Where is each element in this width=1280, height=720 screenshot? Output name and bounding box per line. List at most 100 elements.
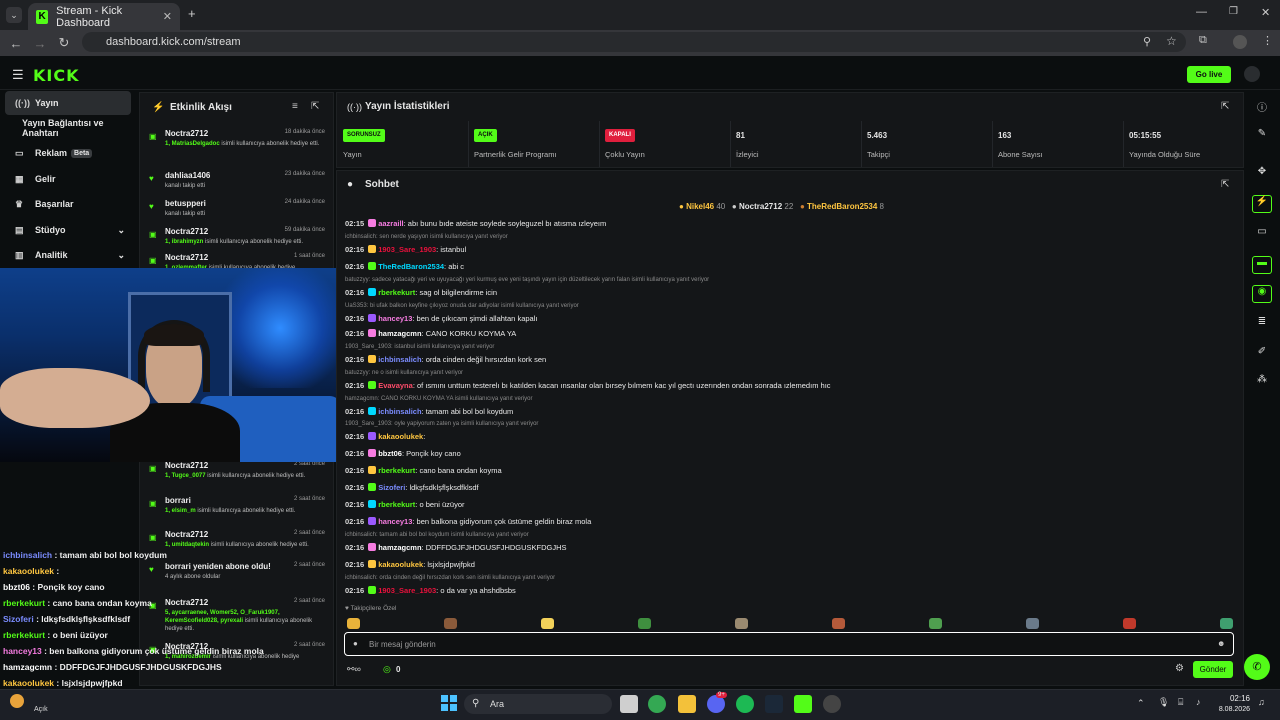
event-item[interactable]: ▣ Noctra2712 18 dakika önce 1, MatriasDelga… xyxy=(140,129,333,157)
settings-gear-icon[interactable]: ⚙ xyxy=(1175,663,1184,674)
chat-message[interactable]: 02:16 hamzagcmn: DDFFDGJFJHDGUSFJHDGUSKFD… xyxy=(345,543,567,552)
smiley-icon[interactable]: ☻ xyxy=(1217,639,1225,648)
clock-time[interactable]: 02:16 xyxy=(1226,694,1250,703)
broadcast-icon[interactable]: ◉ xyxy=(1252,285,1272,303)
event-item[interactable]: ♥ betuspperi 24 dakika önce kanalı takip et… xyxy=(140,199,333,227)
chat-message[interactable]: 02:15 aazraill: abı bunu bıde ateiste soy… xyxy=(345,219,606,228)
info-icon[interactable]: ⓘ xyxy=(1252,99,1272,117)
kick-app-icon[interactable] xyxy=(794,695,812,713)
emote-icon[interactable] xyxy=(444,618,457,629)
chat-message[interactable]: 02:16 Sizoferi: ldkşfsdklşflşksdfklsdf xyxy=(345,483,479,492)
tab-list-button[interactable]: ⌄ xyxy=(6,7,22,23)
send-button[interactable]: Gönder xyxy=(1193,661,1233,678)
expand-icon[interactable]: ✥ xyxy=(1252,166,1272,184)
extensions-icon[interactable]: ⧉ xyxy=(1199,34,1207,47)
close-tab-icon[interactable]: ✕ xyxy=(163,10,172,23)
sidebar-item-yayin[interactable]: ((·)) Yayın xyxy=(5,91,131,115)
sidebar-item-gelir[interactable]: ▦ Gelir xyxy=(5,167,131,191)
chat-username[interactable]: hamzagcmn xyxy=(378,329,421,338)
chat-username[interactable]: ichbinsalich xyxy=(378,355,421,364)
event-item[interactable]: ▣ Noctra2712 2 saat önce 1, Tugce_0077 isim… xyxy=(140,461,333,489)
event-item[interactable]: ♥ dahliaa1406 23 dakika önce kanalı takip e… xyxy=(140,171,333,199)
leader-name[interactable]: TheRedBaron2534 xyxy=(807,202,877,211)
sidebar-item-studyo[interactable]: ▤ Stüdyo ⌄ xyxy=(5,218,131,242)
chat-icon[interactable]: ▬ xyxy=(1252,256,1272,274)
chat-username[interactable]: bbzt06 xyxy=(378,449,402,458)
browser-tab[interactable]: K Stream - Kick Dashboard ✕ xyxy=(28,3,180,30)
steam-icon[interactable] xyxy=(765,695,783,713)
emote-icon[interactable] xyxy=(832,618,845,629)
emote-icon[interactable] xyxy=(1220,618,1233,629)
minimize-icon[interactable]: — xyxy=(1196,6,1207,18)
forward-icon[interactable]: → xyxy=(28,36,52,51)
windows-start-icon[interactable] xyxy=(441,695,457,711)
chat-username[interactable]: hamzagcmn xyxy=(378,543,421,552)
emote-icon[interactable] xyxy=(929,618,942,629)
share-nodes-icon[interactable]: ⁂ xyxy=(1252,374,1272,392)
chat-message[interactable]: 02:16 kakaoolukek: xyxy=(345,432,425,441)
event-item[interactable]: ▣ Noctra2712 59 dakika önce 1, ibrahimyzn i… xyxy=(140,227,333,255)
kick-logo[interactable]: KICK xyxy=(33,66,80,85)
sidebar-item-reklam[interactable]: ▭ Reklam Beta xyxy=(5,141,131,165)
spotify-icon[interactable] xyxy=(736,695,754,713)
leader-name[interactable]: Nikel46 xyxy=(686,202,714,211)
microphone-icon[interactable]: 🎙 xyxy=(1158,697,1169,708)
edit-icon[interactable]: ✎ xyxy=(1252,128,1272,146)
restore-icon[interactable]: ❐ xyxy=(1229,6,1238,17)
bookmark-star-icon[interactable]: ☆ xyxy=(1166,34,1177,48)
chat-message[interactable]: 02:16 rberkekurt: sag ol bilgilendirme ic… xyxy=(345,288,497,297)
emote-icon[interactable] xyxy=(1026,618,1039,629)
popout-icon[interactable]: ⇱ xyxy=(311,101,319,112)
volume-icon[interactable]: ♪ xyxy=(1196,697,1201,707)
new-tab-button[interactable]: + xyxy=(188,6,196,21)
chat-message[interactable]: 02:16 ichbinsalich: orda cinden değil hır… xyxy=(345,355,546,364)
chat-username[interactable]: 1903_Sare_1903 xyxy=(378,245,436,254)
go-live-button[interactable]: Go live xyxy=(1187,66,1231,83)
notification-bell-icon[interactable]: ♫ xyxy=(1258,697,1265,707)
obs-icon[interactable] xyxy=(823,695,841,713)
chat-username[interactable]: aazraill xyxy=(378,219,403,228)
chat-message[interactable]: 02:16 rberkekurt: cano bana ondan koyma xyxy=(345,466,502,475)
network-icon[interactable]: ⌸ xyxy=(1178,697,1183,708)
task-view-icon[interactable] xyxy=(620,695,638,713)
card-icon[interactable]: ▭ xyxy=(1252,226,1272,244)
stack-icon[interactable]: ≣ xyxy=(1252,316,1272,334)
emote-icon[interactable] xyxy=(735,618,748,629)
chat-username[interactable]: rberkekurt xyxy=(378,466,415,475)
url-field[interactable]: dashboard.kick.com/stream xyxy=(82,32,1186,52)
chat-username[interactable]: hancey13 xyxy=(378,517,412,526)
chat-username[interactable]: TheRedBaron2534 xyxy=(378,262,444,271)
leader-name[interactable]: Noctra2712 xyxy=(739,202,782,211)
weather-icon[interactable] xyxy=(10,694,24,708)
chat-username[interactable]: rberkekurt xyxy=(378,500,415,509)
taskbar-search[interactable]: ⚲ Ara xyxy=(464,694,612,714)
popout-icon[interactable]: ⇱ xyxy=(1221,179,1229,190)
share-icon[interactable]: ⚯∞ xyxy=(347,664,361,675)
emote-icon[interactable] xyxy=(541,618,554,629)
chat-message[interactable]: 02:16 hamzagcmn: CANO KORKU KOYMA YA xyxy=(345,329,516,338)
reload-icon[interactable]: ↻ xyxy=(52,35,76,51)
chat-message[interactable]: 02:16 1903_Sare_1903: o da var ya ahshdbs… xyxy=(345,586,516,595)
chat-username[interactable]: hancey13 xyxy=(378,314,412,323)
chat-message[interactable]: 02:16 Evavayna: of ısmını unttum testerel… xyxy=(345,381,831,390)
emote-icon[interactable] xyxy=(1123,618,1136,629)
chat-username[interactable]: Sizoferi xyxy=(378,483,405,492)
chat-message[interactable]: 02:16 TheRedBaron2534: abi c xyxy=(345,262,464,271)
chat-message[interactable]: 02:16 1903_Sare_1903: istanbul xyxy=(345,245,466,254)
chat-username[interactable]: Evavayna xyxy=(378,381,413,390)
chat-username[interactable]: rberkekurt xyxy=(378,288,415,297)
close-window-icon[interactable]: ✕ xyxy=(1261,6,1270,19)
emoji-icon[interactable]: ● xyxy=(353,639,358,648)
filter-icon[interactable]: ≡ xyxy=(292,101,298,112)
event-item[interactable]: ▣ borrari 2 saat önce 1, elsim_m isimli kul… xyxy=(140,496,333,524)
tray-chevron-icon[interactable]: ⌃ xyxy=(1137,698,1145,709)
user-avatar[interactable] xyxy=(1244,66,1260,82)
chat-username[interactable]: kakaoolukek xyxy=(378,560,423,569)
popout-icon[interactable]: ⇱ xyxy=(1221,101,1229,112)
emote-icon[interactable] xyxy=(638,618,651,629)
chat-input[interactable]: ● Bir mesaj gönderin ☻ xyxy=(344,632,1234,656)
chat-username[interactable]: 1903_Sare_1903 xyxy=(378,586,436,595)
chat-message[interactable]: 02:16 bbzt06: Ponçik koy cano xyxy=(345,449,461,458)
sidebar-item-basarilar[interactable]: ♛ Başarılar xyxy=(5,192,131,216)
chat-username[interactable]: kakaoolukek xyxy=(378,432,423,441)
